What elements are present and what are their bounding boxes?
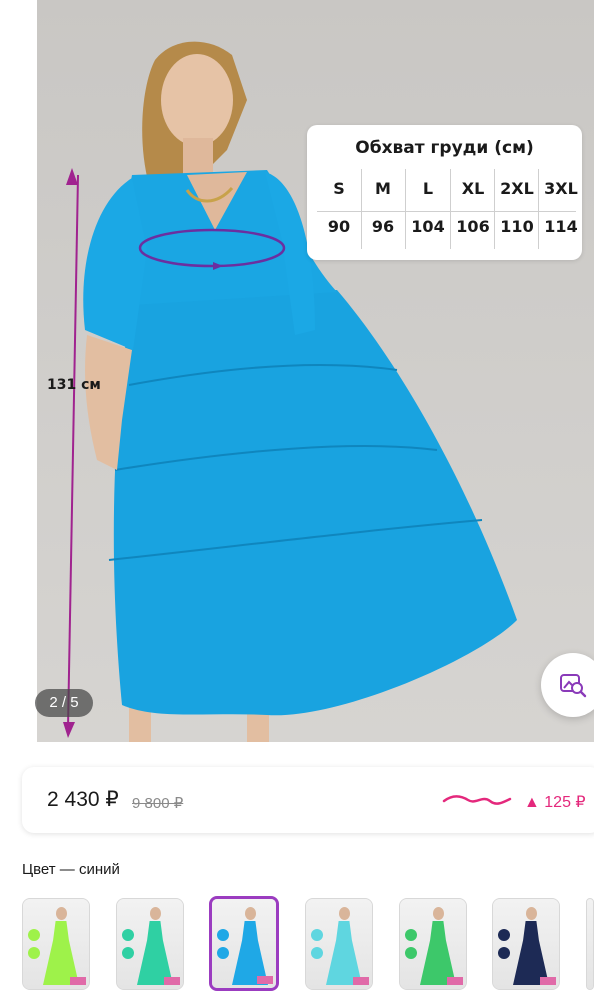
product-photo — [37, 0, 594, 742]
size-chart-divider — [538, 169, 539, 249]
size-chart-divider — [450, 169, 451, 249]
price-trend-icon — [442, 795, 512, 805]
color-swatch-aqua[interactable] — [305, 898, 373, 990]
size-value: 90 — [327, 217, 351, 236]
bust-size-chart: Обхват груди (см) S 90 M 96 L 104 XL 106… — [307, 125, 582, 260]
size-column: 3XL 114 — [539, 169, 583, 249]
size-label: S — [333, 179, 345, 198]
size-value: 106 — [456, 217, 490, 236]
model-in-dress-image — [63, 41, 517, 742]
color-swatch-blue-selected[interactable] — [209, 896, 279, 991]
size-chart-title: Обхват груди (см) — [355, 138, 534, 158]
size-value: 110 — [500, 217, 534, 236]
color-swatch-list — [0, 895, 594, 995]
size-label: L — [422, 179, 434, 198]
color-swatch-mint[interactable] — [116, 898, 184, 990]
size-column: 2XL 110 — [495, 169, 539, 249]
old-price: 9 800 ₽ — [132, 795, 184, 812]
size-column: XL 106 — [451, 169, 495, 249]
color-swatch-partial[interactable] — [586, 898, 594, 990]
size-column: S 90 — [317, 169, 361, 249]
size-label: 3XL — [544, 179, 578, 198]
price-delta: ▲ 125 ₽ — [524, 794, 586, 811]
size-label: XL — [461, 179, 485, 198]
color-swatch-green[interactable] — [399, 898, 467, 990]
image-counter: 2 / 5 — [35, 689, 93, 717]
size-value: 114 — [544, 217, 578, 236]
image-search-icon — [560, 674, 587, 698]
size-chart-divider — [405, 169, 406, 249]
color-swatch-lime[interactable] — [22, 898, 90, 990]
current-price: 2 430 ₽ — [47, 788, 119, 811]
color-label: Цвет — синий — [22, 861, 120, 878]
size-chart-divider — [361, 169, 362, 249]
size-column: L 104 — [406, 169, 450, 249]
size-value: 104 — [411, 217, 445, 236]
size-label: 2XL — [500, 179, 534, 198]
product-image-gallery[interactable]: Обхват груди (см) S 90 M 96 L 104 XL 106… — [0, 0, 594, 742]
color-swatch-navy[interactable] — [492, 898, 560, 990]
size-label: M — [375, 179, 391, 198]
price-card[interactable]: 2 430 ₽ 9 800 ₽ ▲ 125 ₽ — [22, 767, 594, 833]
dress-length-label: 131 см — [47, 377, 101, 393]
size-chart-divider — [494, 169, 495, 249]
size-value: 96 — [371, 217, 395, 236]
size-column: M 96 — [361, 169, 405, 249]
